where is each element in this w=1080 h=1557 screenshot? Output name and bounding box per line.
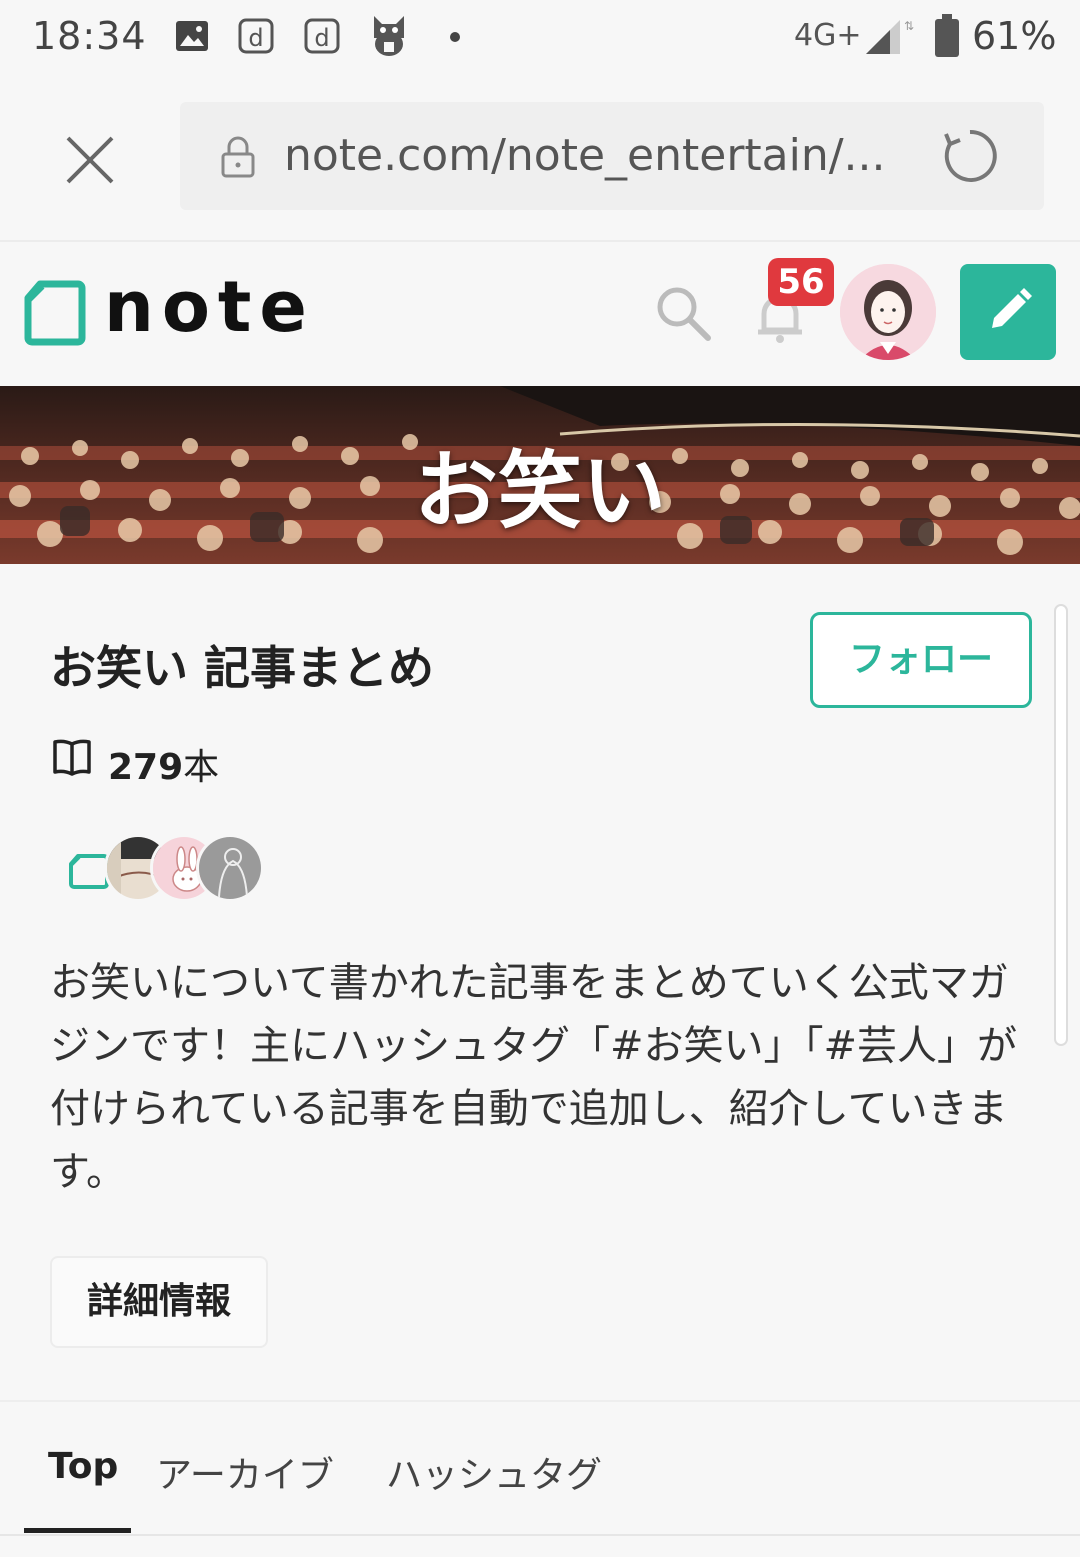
magazine-content: お笑い 記事まとめ フォロー 279本 お笑いについて書かれた記事をまとめていく… xyxy=(0,564,1080,1557)
url-text: note.com/note_entertain/... xyxy=(284,130,886,181)
magazine-banner: お笑い xyxy=(0,386,1080,564)
magazine-tabs: Top アーカイブ ハッシュタグ xyxy=(0,1400,1080,1557)
network-type: 4G+ xyxy=(794,18,862,53)
magazine-description: お笑いについて書かれた記事をまとめていく公式マガジンです！主にハッシュタグ「#お… xyxy=(50,960,1018,1195)
scrollbar[interactable] xyxy=(1054,604,1068,1046)
cat-app-icon xyxy=(370,12,408,62)
status-bar: 18:34 d d 4G+ ⇅ 61% xyxy=(0,0,1080,78)
sketch-avatar[interactable] xyxy=(196,834,264,902)
status-time: 18:34 xyxy=(32,14,147,58)
battery-percent: 61% xyxy=(972,14,1057,58)
article-count-number: 279 xyxy=(108,747,184,788)
svg-text:⇅: ⇅ xyxy=(904,19,914,33)
site-header: note 56 xyxy=(0,244,1080,386)
d-app-icon: d xyxy=(238,18,274,60)
svg-text:d: d xyxy=(248,24,263,52)
details-button[interactable]: 詳細情報 xyxy=(50,1256,268,1348)
address-bar[interactable]: note.com/note_entertain/... xyxy=(180,102,1044,210)
magazine-title: お笑い 記事まとめ xyxy=(50,641,435,695)
active-tab-indicator xyxy=(24,1528,131,1533)
write-post-button[interactable] xyxy=(960,264,1056,360)
tab-archive[interactable]: アーカイブ xyxy=(156,1446,334,1498)
close-icon[interactable] xyxy=(60,130,120,190)
signal-icon: ⇅ xyxy=(864,16,914,60)
user-avatar[interactable] xyxy=(840,264,936,360)
tab-hashtag[interactable]: ハッシュタグ xyxy=(386,1446,602,1498)
search-icon[interactable] xyxy=(654,284,712,346)
lock-icon xyxy=(220,136,256,182)
tabs-divider xyxy=(0,1534,1080,1536)
follow-button[interactable]: フォロー xyxy=(810,612,1032,708)
pencil-icon xyxy=(960,288,1056,364)
browser-toolbar: note.com/note_entertain/... xyxy=(0,78,1080,242)
note-logo-text[interactable]: note xyxy=(104,266,315,348)
banner-title: お笑い xyxy=(413,442,666,540)
book-icon xyxy=(52,738,92,780)
tab-top[interactable]: Top xyxy=(48,1446,118,1487)
note-logo-icon[interactable] xyxy=(24,280,86,350)
reload-icon[interactable] xyxy=(940,126,1000,190)
dot-indicator xyxy=(450,32,460,42)
contributors-avatars[interactable] xyxy=(64,834,284,906)
gallery-icon xyxy=(174,18,210,58)
svg-text:d: d xyxy=(314,24,329,52)
battery-icon xyxy=(934,14,960,62)
d-app-icon: d xyxy=(304,18,340,60)
article-count-unit: 本 xyxy=(183,747,220,788)
notification-badge[interactable]: 56 xyxy=(768,258,834,306)
